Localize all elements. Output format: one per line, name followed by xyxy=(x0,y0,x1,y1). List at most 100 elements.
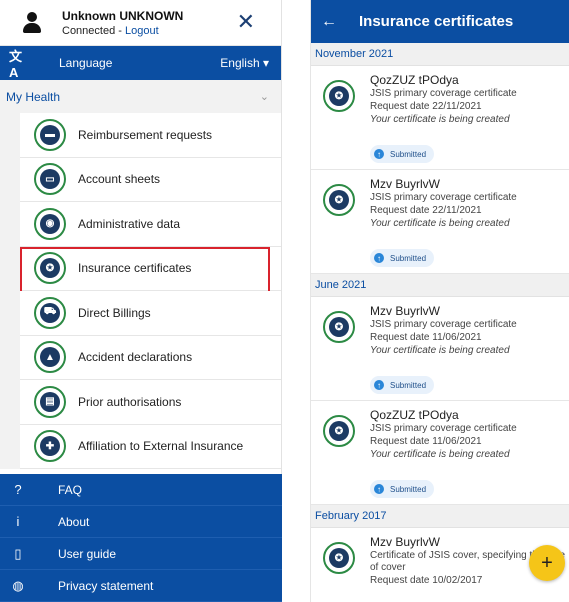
chevron-down-icon: ⌄ xyxy=(259,91,269,103)
certificate-icon: ✪ xyxy=(323,311,355,343)
about-icon: i xyxy=(16,514,20,529)
status-badge: ↑ Submitted xyxy=(370,376,435,394)
privacy-statement-icon: ◍ xyxy=(12,577,24,593)
certificate-icon: ✪ xyxy=(323,415,355,447)
status-label: Submitted xyxy=(390,380,427,390)
certificate-icon-glyph: ✪ xyxy=(40,258,60,279)
close-icon[interactable]: ✕ xyxy=(237,10,255,34)
certificate-type: JSIS primary coverage certificate xyxy=(370,88,517,99)
wallet-icon-glyph: ▬ xyxy=(40,124,60,145)
my-health-section[interactable]: My Health ⌄ xyxy=(0,80,281,113)
back-arrow-icon[interactable]: ← xyxy=(321,13,341,31)
certificate-list: November 2021 ✪ QozZUZ tPOdya JSIS primary … xyxy=(311,43,569,602)
id-icon: ◉ xyxy=(34,207,66,240)
request-date: Request date 22/11/2021 xyxy=(370,205,482,216)
status-label: Submitted xyxy=(390,149,427,159)
menu-item-certificate[interactable]: ✪ Insurance certificates xyxy=(20,246,281,293)
user-status: Connected - Logout xyxy=(62,25,183,37)
user-icon xyxy=(18,9,46,37)
arrow-up-icon: ↑ xyxy=(374,253,384,263)
user-name: Unknown UNKNOWN xyxy=(62,8,184,23)
billing-icon: ⛟ xyxy=(34,296,66,329)
arrow-up-icon: ↑ xyxy=(374,380,384,390)
certificate-item[interactable]: ✪ Mzv BuyrlvW JSIS primary coverage certif… xyxy=(311,297,569,401)
certificate-note: Your certificate is being created xyxy=(370,218,510,229)
footer-item-privacy-statement[interactable]: ◍ Privacy statement xyxy=(0,570,282,602)
card-icon-glyph: ▭ xyxy=(40,169,60,190)
request-date: Request date 11/06/2021 xyxy=(370,332,482,343)
menu-item-wallet[interactable]: ▬ Reimbursement requests xyxy=(20,113,281,158)
certificate-holder: QozZUZ tPOdya xyxy=(370,73,459,87)
menu-item-label: Insurance certificates xyxy=(78,261,192,276)
menu-item-id[interactable]: ◉ Administrative data xyxy=(20,202,281,247)
menu-item-label: Affiliation to External Insurance xyxy=(78,439,244,454)
language-value[interactable]: English ▾ xyxy=(220,56,269,70)
user-info: Unknown UNKNOWN Connected - Logout xyxy=(62,9,183,37)
status-badge: ↑ Submitted xyxy=(370,145,435,163)
logout-link[interactable]: Logout xyxy=(125,25,159,37)
certificate-holder: Mzv BuyrlvW xyxy=(370,177,440,191)
footer-item-label: FAQ xyxy=(58,482,83,497)
certificate-item[interactable]: ✪ QozZUZ tPOdya JSIS primary coverage cert… xyxy=(311,66,569,170)
language-label: Language xyxy=(59,56,113,70)
request-date: Request date 22/11/2021 xyxy=(370,101,482,112)
certificate-type: JSIS primary coverage certificate xyxy=(370,192,517,203)
request-date: Request date 11/06/2021 xyxy=(370,436,482,447)
menu-item-label: Prior authorisations xyxy=(78,394,182,409)
footer-item-about[interactable]: i About xyxy=(0,506,282,538)
footer-item-label: Privacy statement xyxy=(58,578,154,593)
status-badge: ↑ Submitted xyxy=(370,480,435,498)
menu-item-document[interactable]: ▤ Prior authorisations xyxy=(20,380,281,425)
footer-item-user-guide[interactable]: ▯ User guide xyxy=(0,538,282,570)
date-group-header: February 2017 xyxy=(311,505,569,528)
footer-menu: ? FAQ i About ▯ User guide ◍ Privacy statement xyxy=(0,474,282,602)
certificate-type: JSIS primary coverage certificate xyxy=(370,423,517,434)
add-certificate-button[interactable]: + xyxy=(529,545,565,581)
certificate-details: QozZUZ tPOdya JSIS primary coverage certi… xyxy=(370,73,569,125)
certificate-glyph: ✪ xyxy=(329,548,349,568)
health-menu: ▬ Reimbursement requests ▭ Account sheets ◉ A… xyxy=(0,113,281,469)
menu-item-billing[interactable]: ⛟ Direct Billings xyxy=(20,291,281,336)
menu-item-label: Accident declarations xyxy=(78,350,193,365)
document-icon: ▤ xyxy=(34,385,66,418)
certificate-holder: Mzv BuyrlvW xyxy=(370,304,440,318)
certificate-details: Mzv BuyrlvW JSIS primary coverage certifi… xyxy=(370,177,569,229)
section-title: My Health xyxy=(6,89,61,104)
certificate-item[interactable]: ✪ QozZUZ tPOdya JSIS primary coverage cert… xyxy=(311,401,569,505)
menu-item-puzzle[interactable]: ✚ Affiliation to External Insurance xyxy=(20,424,281,469)
certificate-note: Your certificate is being created xyxy=(370,449,510,460)
certificate-type: JSIS primary coverage certificate xyxy=(370,319,517,330)
menu-item-card[interactable]: ▭ Account sheets xyxy=(20,157,281,202)
warning-icon: ▲ xyxy=(34,341,66,374)
menu-item-label: Reimbursement requests xyxy=(78,127,213,142)
language-selector[interactable]: 文A Language English ▾ xyxy=(0,46,281,80)
certificate-glyph: ✪ xyxy=(329,86,349,106)
card-icon: ▭ xyxy=(34,163,66,196)
puzzle-icon-glyph: ✚ xyxy=(40,436,60,457)
arrow-up-icon: ↑ xyxy=(374,149,384,159)
faq-icon: ? xyxy=(14,482,22,497)
status-label: Submitted xyxy=(390,484,427,494)
status-label: Submitted xyxy=(390,253,427,263)
certificate-details: QozZUZ tPOdya JSIS primary coverage certi… xyxy=(370,408,569,460)
footer-item-label: User guide xyxy=(58,546,117,561)
certificate-note: Your certificate is being created xyxy=(370,114,510,125)
certificate-icon: ✪ xyxy=(323,80,355,112)
puzzle-icon: ✚ xyxy=(34,430,66,463)
page-title: Insurance certificates xyxy=(359,13,514,30)
menu-item-warning[interactable]: ▲ Accident declarations xyxy=(20,335,281,380)
wallet-icon: ▬ xyxy=(34,118,66,151)
menu-item-label: Account sheets xyxy=(78,172,161,187)
status-text: Connected - xyxy=(62,24,125,37)
certificate-details: Mzv BuyrlvW JSIS primary coverage certifi… xyxy=(370,304,569,356)
date-group-header: November 2021 xyxy=(311,43,569,66)
certificate-glyph: ✪ xyxy=(329,317,349,337)
side-menu-panel: Unknown UNKNOWN Connected - Logout ✕ 文A … xyxy=(0,0,282,602)
translate-icon: 文A xyxy=(9,49,23,80)
certificate-glyph: ✪ xyxy=(329,190,349,210)
arrow-up-icon: ↑ xyxy=(374,484,384,494)
footer-item-faq[interactable]: ? FAQ xyxy=(0,474,282,506)
certificate-icon: ✪ xyxy=(34,252,66,285)
page-header: ← Insurance certificates xyxy=(311,0,569,43)
certificate-item[interactable]: ✪ Mzv BuyrlvW JSIS primary coverage certif… xyxy=(311,170,569,274)
